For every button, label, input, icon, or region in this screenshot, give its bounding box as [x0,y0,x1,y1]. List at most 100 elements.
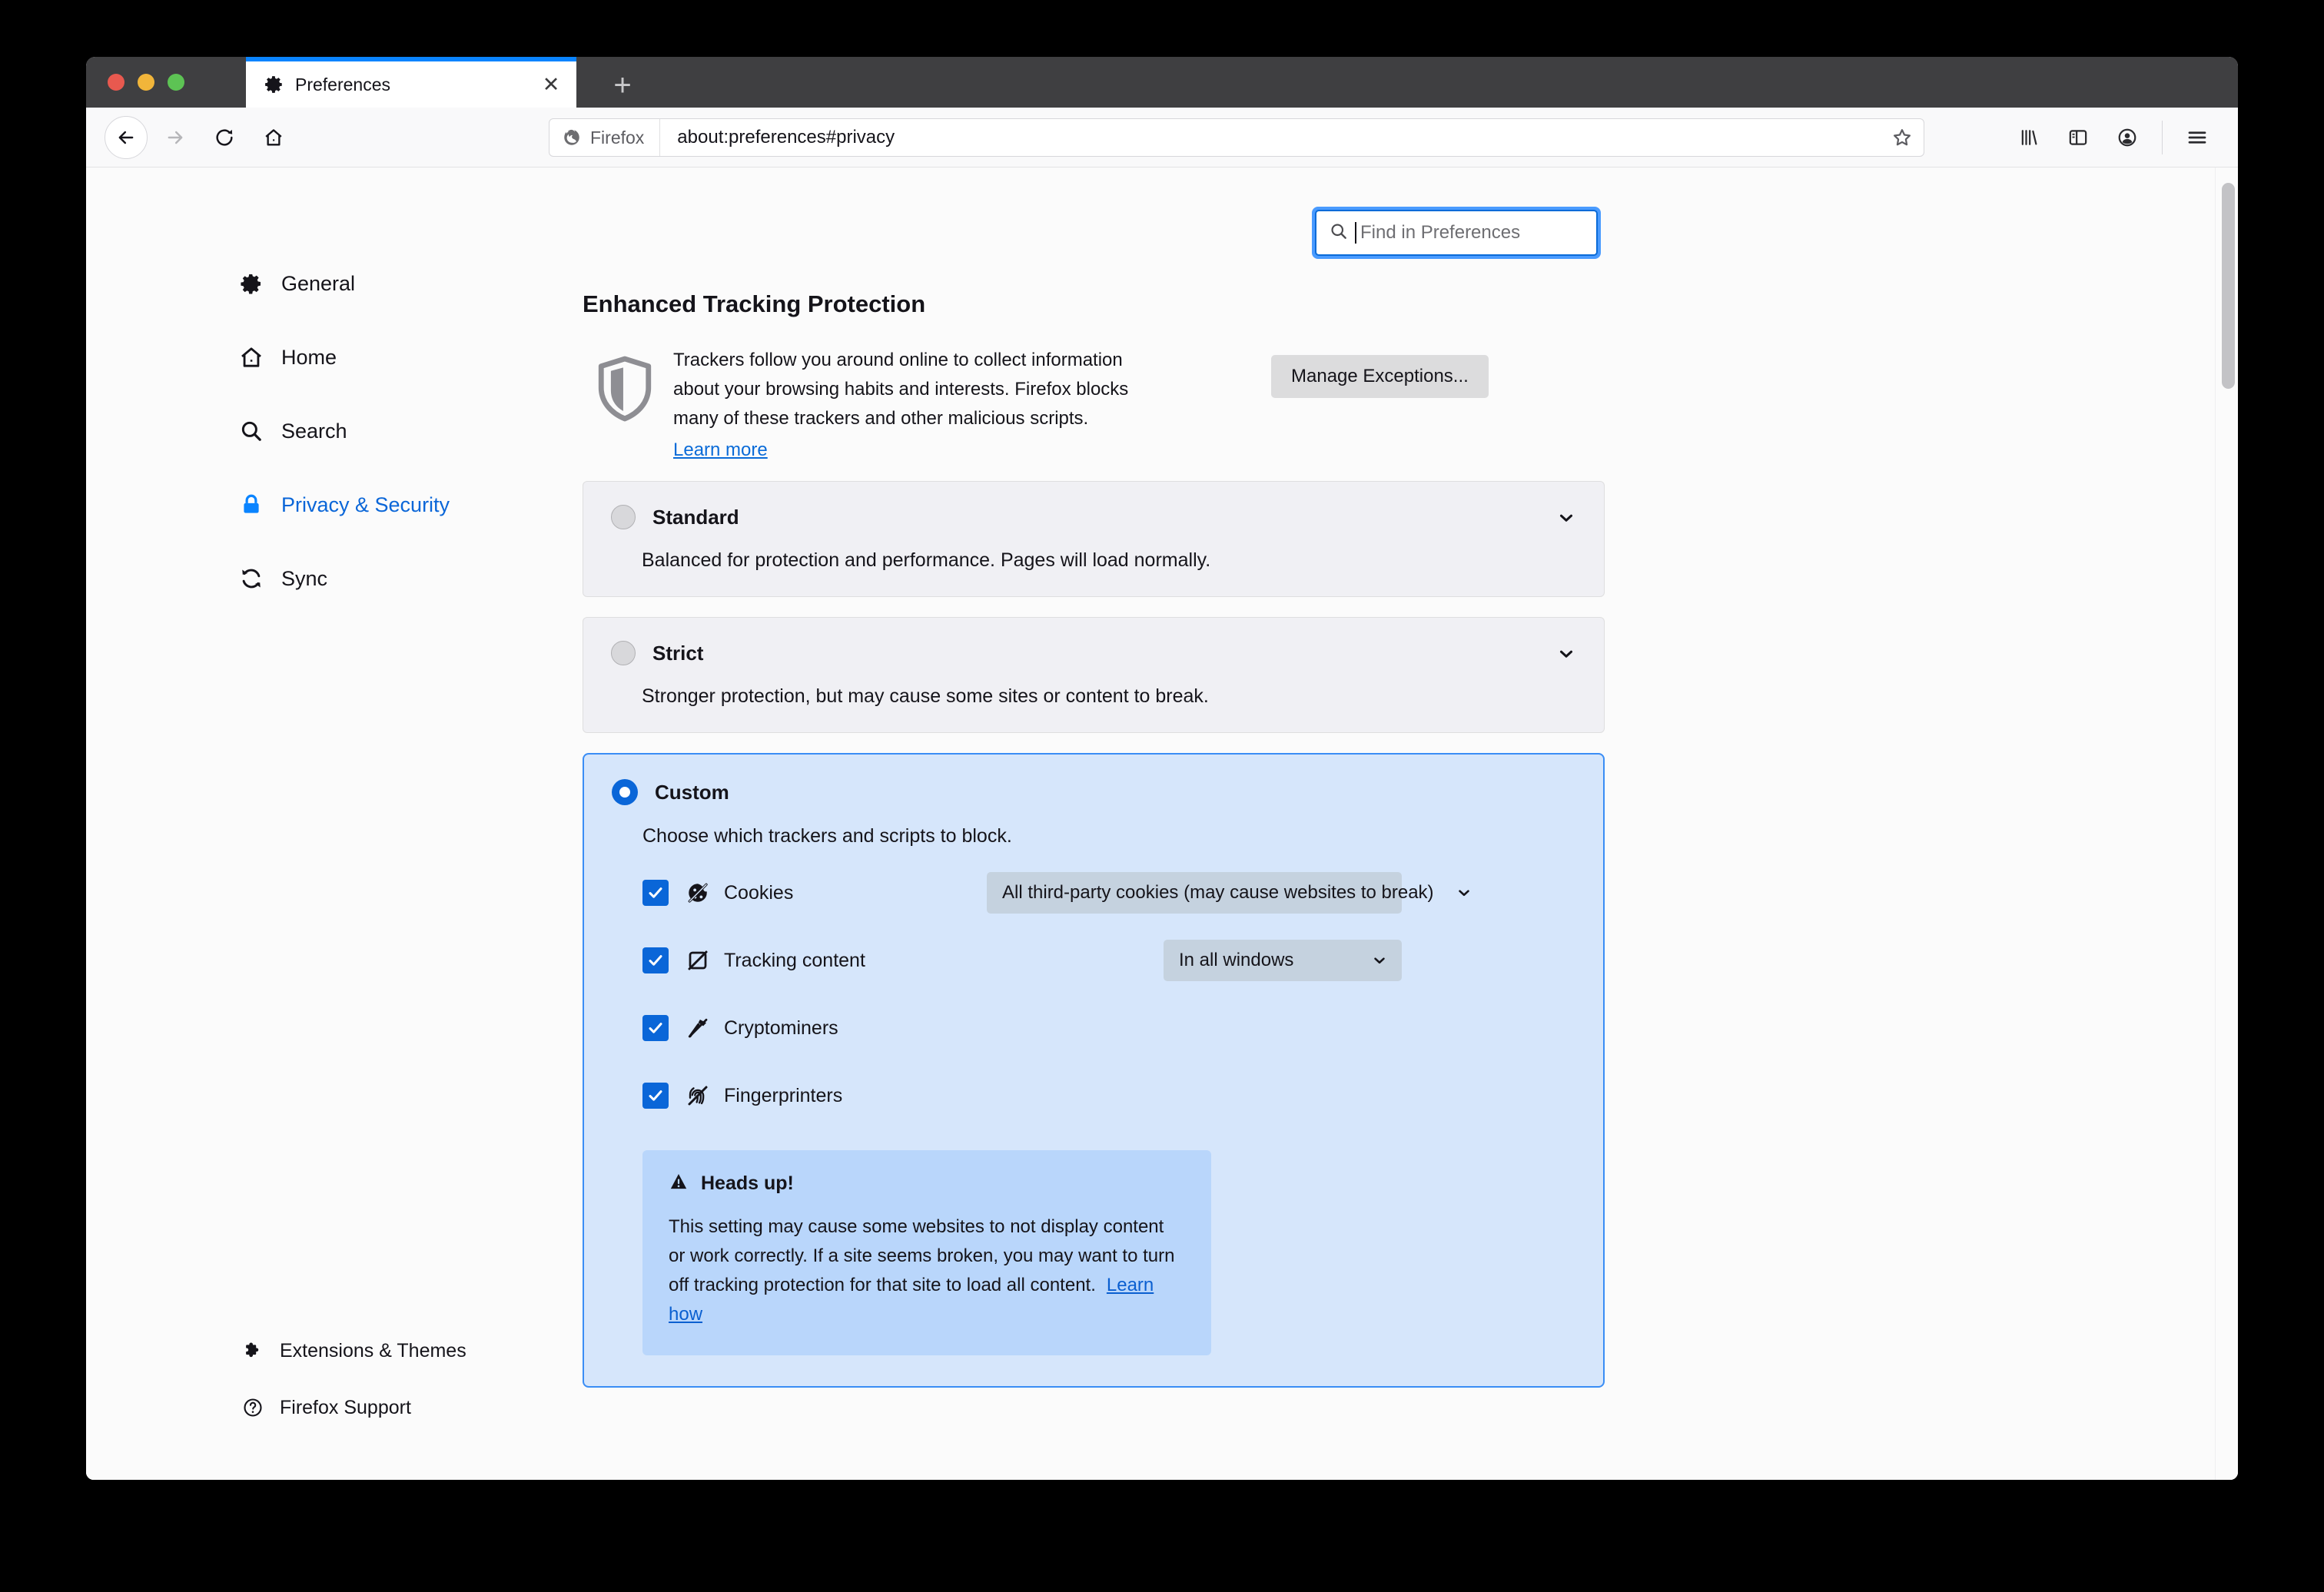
forward-arrow-icon[interactable] [154,116,197,159]
tracking-content-icon [686,948,710,973]
star-icon[interactable] [1881,127,1924,148]
sidebar-item-label: Extensions & Themes [280,1339,466,1361]
zoom-window-button[interactable] [168,74,184,91]
radio-custom[interactable] [612,779,638,805]
sidebar-item-privacy-security[interactable]: Privacy & Security [86,481,493,529]
vertical-scrollbar[interactable] [2215,167,2238,1480]
chevron-down-icon[interactable] [1556,644,1576,664]
checkbox-cryptominers[interactable] [642,1015,669,1041]
toolbar-divider [2162,121,2163,154]
url-bar[interactable]: Firefox about:preferences#privacy [549,118,1924,157]
sidebar-item-label: Firefox Support [280,1396,411,1418]
url-text[interactable]: about:preferences#privacy [660,127,1881,148]
radio-standard[interactable] [611,505,636,529]
heads-up-notice: Heads up! This setting may cause some we… [642,1150,1211,1355]
new-tab-button[interactable]: + [603,68,642,103]
sync-icon [238,565,264,592]
navigation-toolbar: Firefox about:preferences#privacy [86,108,2238,167]
account-icon[interactable] [2103,116,2151,159]
tab-title: Preferences [295,74,391,95]
hamburger-menu-icon[interactable] [2173,116,2221,159]
scrollbar-thumb[interactable] [2222,183,2235,389]
custom-item-label: Cookies [724,881,794,904]
heads-up-header: Heads up! [669,1172,1185,1196]
sidebar-item-label: Privacy & Security [281,493,450,516]
etp-description-line: many of these trackers and other malicio… [673,408,1089,429]
etp-description-line: about your browsing habits and interests… [673,379,1129,400]
sidebar-item-general[interactable]: General [86,260,493,307]
page-title: Enhanced Tracking Protection [583,290,926,317]
gear-icon [238,270,264,297]
etp-mode-standard[interactable]: Standard Balanced for protection and per… [583,481,1605,597]
custom-item-tracking-content: Tracking content In all windows [642,938,1575,983]
custom-item-cookies: Cookies All third-party cookies (may cau… [642,871,1575,915]
custom-item-label: Cryptominers [724,1017,838,1039]
chevron-down-icon [1371,952,1388,969]
cookies-dropdown[interactable]: All third-party cookies (may cause websi… [987,872,1469,914]
home-icon[interactable] [252,116,295,159]
home-icon [238,344,264,370]
toolbar-right-buttons [2005,116,2221,159]
sidebar-item-label: Search [281,419,347,443]
firefox-logo-icon [564,129,579,145]
cookie-blocked-icon [686,881,710,905]
sidebar-item-home[interactable]: Home [86,333,493,381]
close-window-button[interactable] [108,74,124,91]
heads-up-body-text: This setting may cause some websites to … [669,1216,1175,1295]
tab-preferences[interactable]: Preferences ✕ [246,57,576,108]
radio-strict[interactable] [611,641,636,665]
etp-description: Trackers follow you around online to col… [673,346,1227,461]
mode-title: Standard [652,505,739,529]
window-traffic-lights [108,74,184,91]
custom-item-label: Tracking content [724,949,865,971]
search-placeholder: Find in Preferences [1360,222,1521,243]
sidebar-item-label: Sync [281,566,328,590]
identity-chip[interactable]: Firefox [549,119,661,156]
close-icon[interactable]: ✕ [540,73,563,96]
checkbox-fingerprinters[interactable] [642,1083,669,1109]
mode-header: Strict [611,641,1576,665]
mode-header: Custom [612,779,1575,805]
sidebar-bottom-group: Extensions & Themes Firefox Support [86,1331,493,1444]
learn-more-link[interactable]: Learn more [673,439,768,461]
question-circle-icon [241,1396,264,1419]
cryptominer-icon [686,1016,710,1040]
custom-item-label: Fingerprinters [724,1084,843,1106]
etp-description-line: Trackers follow you around online to col… [673,350,1123,370]
heads-up-body: This setting may cause some websites to … [669,1212,1185,1329]
tracking-content-dropdown-value: In all windows [1179,950,1294,970]
sidebar-icon[interactable] [2054,116,2102,159]
sidebar-item-search[interactable]: Search [86,407,493,455]
fingerprinter-icon [686,1083,710,1108]
minimize-window-button[interactable] [138,74,154,91]
checkbox-tracking-content[interactable] [642,947,669,973]
tab-strip: Preferences ✕ + [86,57,2238,108]
sidebar-item-label: Home [281,345,337,369]
shield-icon [593,353,656,424]
reload-icon[interactable] [203,116,246,159]
puzzle-piece-icon [241,1339,264,1362]
chevron-down-icon[interactable] [1556,508,1576,528]
sidebar-item-firefox-support[interactable]: Firefox Support [86,1388,493,1428]
custom-item-fingerprinters: Fingerprinters [642,1073,1575,1118]
etp-mode-custom[interactable]: Custom Choose which trackers and scripts… [583,753,1605,1388]
back-arrow-icon[interactable] [105,115,148,159]
tracking-content-dropdown[interactable]: In all windows [1164,940,1402,981]
sidebar-item-extensions-themes[interactable]: Extensions & Themes [86,1331,493,1371]
custom-item-cryptominers: Cryptominers [642,1006,1575,1050]
search-input[interactable]: Find in Preferences [1315,210,1598,256]
text-caret [1355,222,1356,244]
manage-exceptions-button[interactable]: Manage Exceptions... [1271,355,1489,398]
library-icon[interactable] [2005,116,2053,159]
heads-up-title: Heads up! [701,1172,794,1194]
checkbox-cookies[interactable] [642,880,669,906]
preferences-sidebar: General Home Search Privacy & Security S… [86,167,493,1480]
search-icon [1329,221,1349,245]
mode-title: Strict [652,641,704,665]
etp-mode-strict[interactable]: Strict Stronger protection, but may caus… [583,617,1605,733]
sidebar-item-sync[interactable]: Sync [86,555,493,602]
mode-header: Standard [611,505,1576,529]
warning-triangle-icon [669,1172,689,1196]
sidebar-item-label: General [281,271,356,295]
etp-section: Enhanced Tracking Protection Trackers fo… [583,290,1605,1388]
